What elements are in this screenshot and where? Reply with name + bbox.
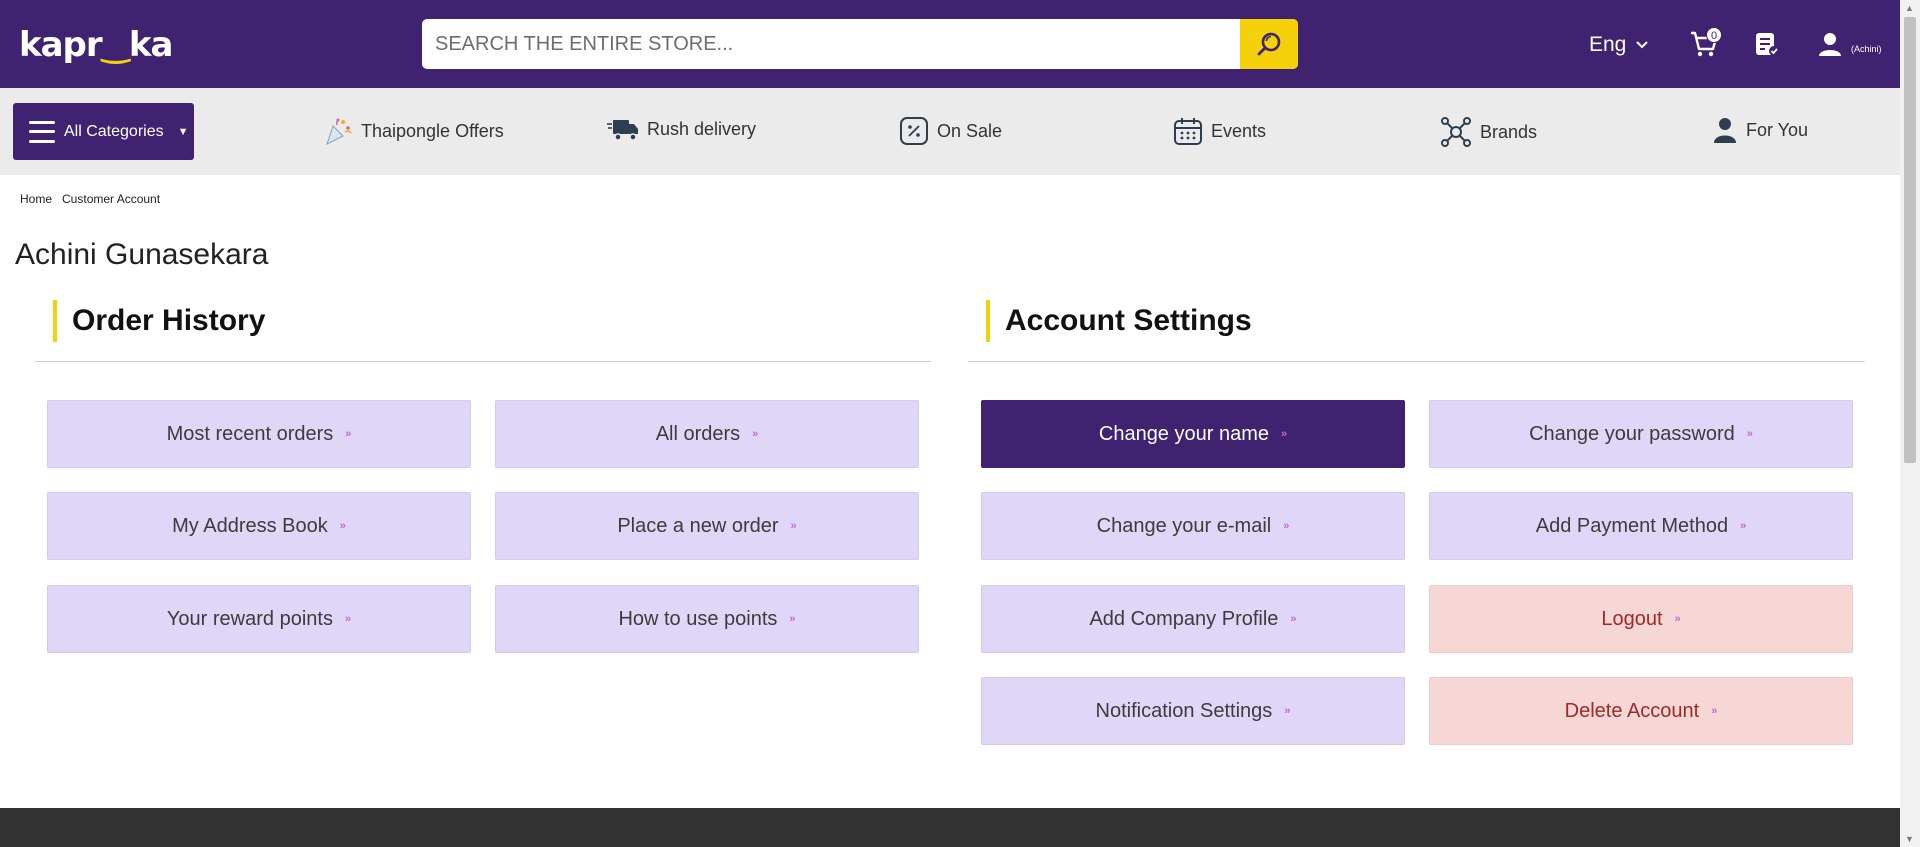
- scroll-down-arrow-icon[interactable]: ▼: [1905, 834, 1914, 844]
- caret-down-icon: ▼: [177, 125, 189, 138]
- order-history-heading: Order History: [53, 300, 265, 342]
- change-password-button[interactable]: Change your password »: [1429, 400, 1853, 468]
- address-book-button[interactable]: My Address Book »: [47, 492, 471, 560]
- arrow-right-icon: »: [1711, 705, 1718, 717]
- nav-item-label: Events: [1211, 120, 1267, 141]
- tile-label: Place a new order: [617, 514, 779, 537]
- breadcrumb-home[interactable]: Home: [20, 192, 52, 206]
- search-button[interactable]: [1240, 19, 1298, 69]
- most-recent-orders-button[interactable]: Most recent orders »: [47, 400, 471, 468]
- arrow-right-icon: »: [339, 520, 346, 532]
- user-name-label[interactable]: (Achini): [1851, 44, 1882, 54]
- hamburger-icon: [29, 120, 55, 143]
- all-categories-label: All Categories: [64, 122, 164, 140]
- arrow-right-icon: »: [344, 613, 352, 625]
- tile-label: Add Payment Method: [1535, 514, 1729, 537]
- nav-item-label: On Sale: [937, 120, 1003, 141]
- tile-label: Delete Account: [1564, 699, 1700, 722]
- arrow-right-icon: »: [345, 428, 352, 440]
- nav-events[interactable]: Events: [1173, 116, 1266, 146]
- breadcrumb: Home Customer Account: [20, 192, 160, 206]
- scroll-up-arrow-icon[interactable]: ▲: [1905, 3, 1914, 13]
- party-popper-icon: [326, 118, 352, 145]
- nav-for-you[interactable]: For You: [1712, 116, 1808, 144]
- change-email-button[interactable]: Change your e-mail »: [981, 492, 1405, 560]
- delete-account-button[interactable]: Delete Account »: [1429, 677, 1853, 745]
- person-icon: [1714, 118, 1736, 143]
- category-navbar: All Categories ▼ Thaipongle Offers Rush …: [0, 88, 1900, 175]
- tile-label: Logout: [1601, 607, 1663, 630]
- arrow-right-icon: »: [1740, 520, 1747, 532]
- tile-label: Notification Settings: [1095, 699, 1273, 722]
- network-icon: [1441, 117, 1471, 147]
- nav-rush-delivery[interactable]: Rush delivery: [607, 116, 756, 142]
- vertical-scrollbar[interactable]: ▲ ▼: [1900, 0, 1920, 847]
- tile-label: Change your password: [1529, 422, 1735, 445]
- search-icon: [1257, 32, 1281, 56]
- arrow-right-icon: »: [1284, 705, 1291, 717]
- language-selector[interactable]: Eng: [1589, 33, 1649, 57]
- reward-points-button[interactable]: Your reward points »: [47, 585, 471, 653]
- nav-item-label: Brands: [1480, 121, 1538, 142]
- tile-label: Change your e-mail: [1096, 514, 1272, 537]
- tile-label: How to use points: [618, 607, 778, 630]
- arrow-right-icon: »: [1674, 613, 1681, 625]
- nav-thaipongle-offers[interactable]: Thaipongle Offers: [323, 116, 504, 146]
- tile-label: Most recent orders: [166, 422, 334, 445]
- language-label: Eng: [1589, 33, 1627, 56]
- nav-item-label: For You: [1746, 119, 1809, 140]
- all-categories-button[interactable]: All Categories ▼: [13, 103, 194, 160]
- tile-label: Your reward points: [166, 607, 333, 630]
- arrow-right-icon: »: [1746, 428, 1753, 440]
- user-icon[interactable]: [1817, 30, 1843, 58]
- nav-brands[interactable]: Brands: [1440, 116, 1537, 148]
- arrow-right-icon: »: [752, 428, 759, 440]
- add-company-profile-button[interactable]: Add Company Profile »: [981, 585, 1405, 653]
- tile-label: Add Company Profile: [1089, 607, 1279, 630]
- delivery-truck-icon: [607, 120, 638, 141]
- tile-label: Change your name: [1098, 422, 1269, 445]
- kapruka-logo[interactable]: kapr‿ka: [19, 25, 174, 65]
- all-orders-button[interactable]: All orders »: [495, 400, 919, 468]
- how-to-use-points-button[interactable]: How to use points »: [495, 585, 919, 653]
- arrow-right-icon: »: [1290, 613, 1297, 625]
- calendar-icon: [1174, 118, 1202, 145]
- nav-item-label: Rush delivery: [647, 118, 757, 139]
- arrow-right-icon: »: [790, 520, 797, 532]
- page-title: Achini Gunasekara: [15, 238, 269, 271]
- order-history-divider: [35, 361, 931, 362]
- place-new-order-button[interactable]: Place a new order »: [495, 492, 919, 560]
- change-name-button[interactable]: Change your name »: [981, 400, 1405, 468]
- search-bar: [422, 19, 1298, 69]
- notification-settings-button[interactable]: Notification Settings »: [981, 677, 1405, 745]
- account-settings-divider: [968, 361, 1865, 362]
- arrow-right-icon: »: [1283, 520, 1290, 532]
- account-settings-heading: Account Settings: [986, 300, 1252, 342]
- search-input[interactable]: [422, 19, 1240, 69]
- arrow-right-icon: »: [789, 613, 796, 625]
- add-payment-method-button[interactable]: Add Payment Method »: [1429, 492, 1853, 560]
- cart-count-badge: 0: [1706, 27, 1722, 43]
- breadcrumb-current: Customer Account: [62, 192, 161, 206]
- tile-label: All orders: [655, 422, 741, 445]
- logo-text-end: ka: [128, 25, 174, 65]
- order-list-icon[interactable]: [1753, 30, 1781, 58]
- top-header: kapr‿ka Eng 0 (Achini): [0, 0, 1900, 88]
- logo-text: kapr: [19, 25, 103, 65]
- chevron-down-icon: [1636, 41, 1649, 49]
- arrow-right-icon: »: [1280, 428, 1288, 440]
- nav-item-label: Thaipongle Offers: [361, 120, 504, 141]
- page-footer: [0, 808, 1900, 847]
- nav-on-sale[interactable]: On Sale: [899, 116, 1002, 146]
- percent-tag-icon: [900, 117, 928, 145]
- tile-label: My Address Book: [172, 514, 328, 537]
- logo-smile: ‿: [101, 25, 130, 65]
- logout-button[interactable]: Logout »: [1429, 585, 1853, 653]
- scrollbar-thumb[interactable]: [1904, 17, 1916, 463]
